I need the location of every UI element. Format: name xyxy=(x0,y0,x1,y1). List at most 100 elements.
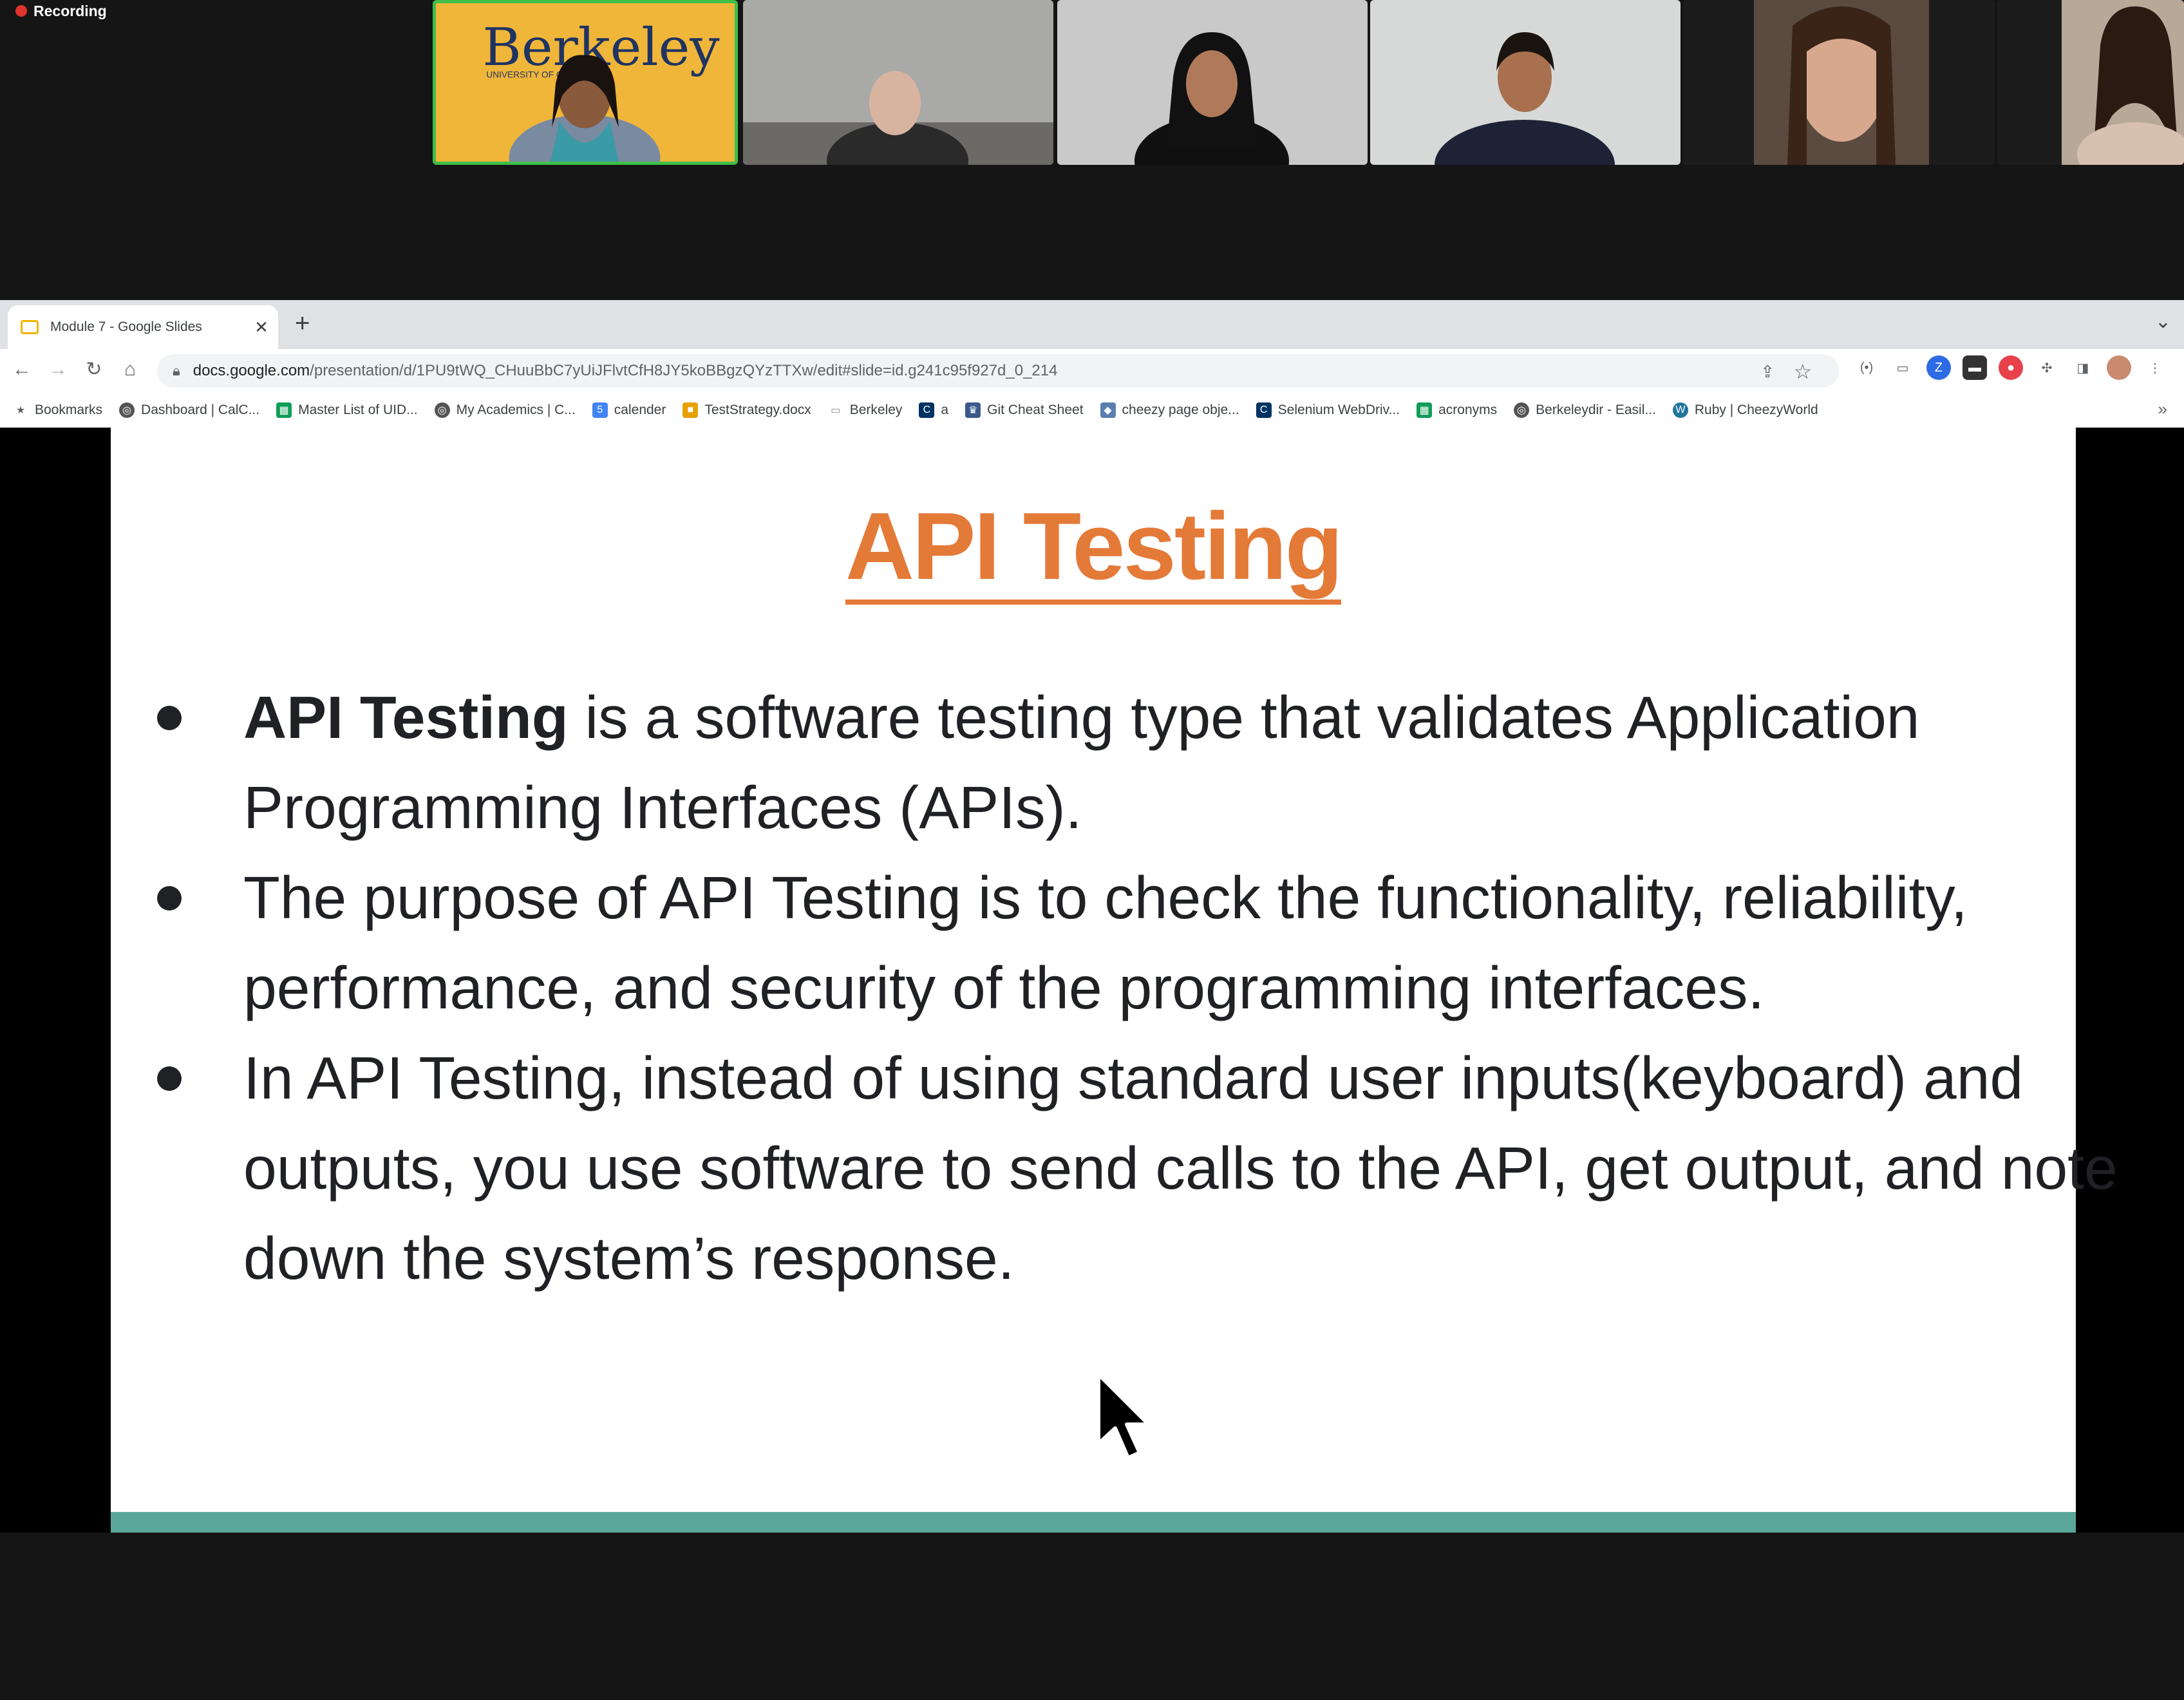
globe-icon: ◎ xyxy=(434,402,450,418)
extension-broadcast-icon[interactable]: (•) xyxy=(1854,355,1879,380)
browser-menu-icon[interactable]: ⋮ xyxy=(2143,355,2167,380)
participant-video xyxy=(743,0,1053,165)
presenter-video: Berkeley UNIVERSITY OF CALIFORNIA xyxy=(436,3,735,162)
bookmark-label: a xyxy=(941,402,949,417)
slide-footer-bar xyxy=(111,1512,2076,1533)
video-tile-4[interactable] xyxy=(1370,0,1680,165)
bookmark-item[interactable]: ◎ My Academics | C... xyxy=(434,402,576,418)
extensions-puzzle-icon[interactable]: ✣ xyxy=(2035,355,2059,380)
forward-arrow-icon[interactable]: → xyxy=(45,357,71,382)
bookmark-item[interactable]: 5 calender xyxy=(592,402,666,418)
bookmark-item[interactable]: Ca xyxy=(919,402,948,418)
reload-icon[interactable]: ↻ xyxy=(81,357,107,382)
back-arrow-icon[interactable]: ← xyxy=(9,357,35,382)
bookmark-label: Selenium WebDriv... xyxy=(1277,402,1400,417)
bookmark-item[interactable]: C Selenium WebDriv... xyxy=(1256,402,1400,418)
bullet-2: The purpose of API Testing is to check t… xyxy=(111,853,2171,1033)
trophy-icon: ♛ xyxy=(965,402,981,418)
slide-title: API Testing xyxy=(111,492,2076,605)
recording-indicator: Recording xyxy=(15,1,107,21)
bookmark-item[interactable]: ■ TestStrategy.docx xyxy=(682,402,811,418)
bookmark-label: Bookmarks xyxy=(35,402,103,417)
video-tile-5[interactable] xyxy=(1683,0,1995,165)
link-icon: ◆ xyxy=(1100,402,1116,418)
tab-strip: Module 7 - Google Slides ✕ + ⌄ xyxy=(0,300,2184,349)
profile-avatar-icon[interactable] xyxy=(2107,355,2131,380)
meeting-bottom-area xyxy=(0,1533,2184,1700)
bookmark-item[interactable]: ◎ Berkeleydir - Easil... xyxy=(1514,402,1656,418)
bookmark-label: Git Cheat Sheet xyxy=(987,402,1084,417)
video-tile-6[interactable] xyxy=(1997,0,2184,165)
bookmark-label: My Academics | C... xyxy=(456,402,576,417)
url-host: docs.google.com xyxy=(193,362,310,379)
side-panel-icon[interactable]: ◨ xyxy=(2071,355,2095,380)
bullet-1: API Testing is a software testing type t… xyxy=(111,672,2171,853)
address-bar[interactable]: 🔒︎ docs.google.com/presentation/d/1PU9tW… xyxy=(157,354,1839,388)
globe-icon: ◎ xyxy=(119,402,135,418)
browser-window: Module 7 - Google Slides ✕ + ⌄ ← → ↻ ⌂ 🔒… xyxy=(0,300,2184,428)
bullet-3: In API Testing, instead of using standar… xyxy=(111,1033,2171,1303)
bookmark-item[interactable]: ♛ Git Cheat Sheet xyxy=(965,402,1084,418)
extension-dark-icon[interactable]: ▬ xyxy=(1963,355,1987,380)
tab-title: Module 7 - Google Slides xyxy=(50,319,202,334)
bookmark-label: Berkeley xyxy=(849,402,903,417)
bookmark-star-icon[interactable]: ☆ xyxy=(1793,359,1812,384)
home-icon[interactable]: ⌂ xyxy=(117,357,143,382)
slide-bullets: API Testing is a software testing type t… xyxy=(111,672,2171,1303)
video-tile-3[interactable] xyxy=(1057,0,1368,165)
cal-icon: C xyxy=(919,402,935,418)
bookmarks-bar: ★ Bookmarks ◎ Dashboard | CalC... ▦ Master Li… xyxy=(0,393,2184,428)
participant-video xyxy=(1997,0,2184,165)
bookmark-item[interactable]: W Ruby | CheezyWorld xyxy=(1672,402,1818,418)
presentation-area: API Testing API Testing is a software te… xyxy=(0,428,2184,1533)
bookmark-label: TestStrategy.docx xyxy=(704,402,811,417)
bookmark-item[interactable]: ▦ Master List of UID... xyxy=(276,402,418,418)
recording-dot-icon xyxy=(15,5,27,17)
bookmark-label: Master List of UID... xyxy=(298,402,418,417)
sheets-icon: ▦ xyxy=(276,402,292,418)
bookmark-item[interactable]: ◆ cheezy page obje... xyxy=(1100,402,1239,418)
extension-red-icon[interactable]: ● xyxy=(1999,355,2023,380)
slide: API Testing API Testing is a software te… xyxy=(111,428,2118,1533)
extension-zoom-icon[interactable]: Z xyxy=(1926,355,1951,380)
participant-video xyxy=(1057,0,1368,165)
browser-toolbar: ← → ↻ ⌂ 🔒︎ docs.google.com/presentation/… xyxy=(0,349,2184,393)
bookmarks-overflow-icon[interactable]: » xyxy=(2158,399,2167,419)
recording-label: Recording xyxy=(33,2,107,19)
wordpress-icon: W xyxy=(1672,402,1688,418)
tab-search-chevron-icon[interactable]: ⌄ xyxy=(2155,310,2171,333)
bullet-1-bold: API Testing xyxy=(243,684,569,751)
bookmark-label: cheezy page obje... xyxy=(1122,402,1239,417)
star-icon: ★ xyxy=(15,405,26,416)
participant-video xyxy=(1370,0,1680,165)
sheets-icon: ▦ xyxy=(1417,402,1433,418)
bookmark-label: acronyms xyxy=(1438,402,1498,417)
participant-video xyxy=(1683,0,1995,165)
tab-google-slides[interactable]: Module 7 - Google Slides ✕ xyxy=(8,305,278,349)
new-tab-button[interactable]: + xyxy=(295,309,310,337)
bookmark-item[interactable]: ▦ acronyms xyxy=(1417,402,1497,418)
video-tile-2[interactable] xyxy=(743,0,1053,165)
slide-title-text: API Testing xyxy=(845,493,1343,605)
globe-icon: ◎ xyxy=(1514,402,1530,418)
bookmark-label: calender xyxy=(614,402,666,417)
windows-icon: ■ xyxy=(682,402,699,418)
bookmark-label: Berkeleydir - Easil... xyxy=(1536,402,1656,417)
bookmark-label: Dashboard | CalC... xyxy=(141,402,260,417)
lock-icon[interactable]: 🔒︎ xyxy=(173,363,180,379)
bookmark-item[interactable]: ★ Bookmarks xyxy=(13,402,102,418)
extension-cast-icon[interactable]: ▭ xyxy=(1890,355,1915,380)
close-tab-icon[interactable]: ✕ xyxy=(250,317,273,337)
extensions-area: (•) ▭ Z ▬ ● ✣ ◨ ⋮ xyxy=(1854,355,2167,380)
bookmark-label: Ruby | CheezyWorld xyxy=(1694,402,1818,417)
video-tile-presenter[interactable]: Berkeley UNIVERSITY OF CALIFORNIA xyxy=(433,0,738,165)
url-path: /presentation/d/1PU9tWQ_CHuuBbC7yUiJFlvt… xyxy=(310,362,1058,379)
cal-icon: C xyxy=(1256,402,1272,418)
folder-icon: ▭ xyxy=(831,405,841,416)
bookmark-item[interactable]: ◎ Dashboard | CalC... xyxy=(119,402,259,418)
share-icon[interactable]: ⇪ xyxy=(1760,362,1774,382)
slides-favicon-icon xyxy=(21,320,39,334)
mouse-cursor-icon xyxy=(1097,1372,1151,1460)
bookmark-item[interactable]: ▭ Berkeley xyxy=(828,402,903,418)
calendar-icon: 5 xyxy=(592,402,608,418)
